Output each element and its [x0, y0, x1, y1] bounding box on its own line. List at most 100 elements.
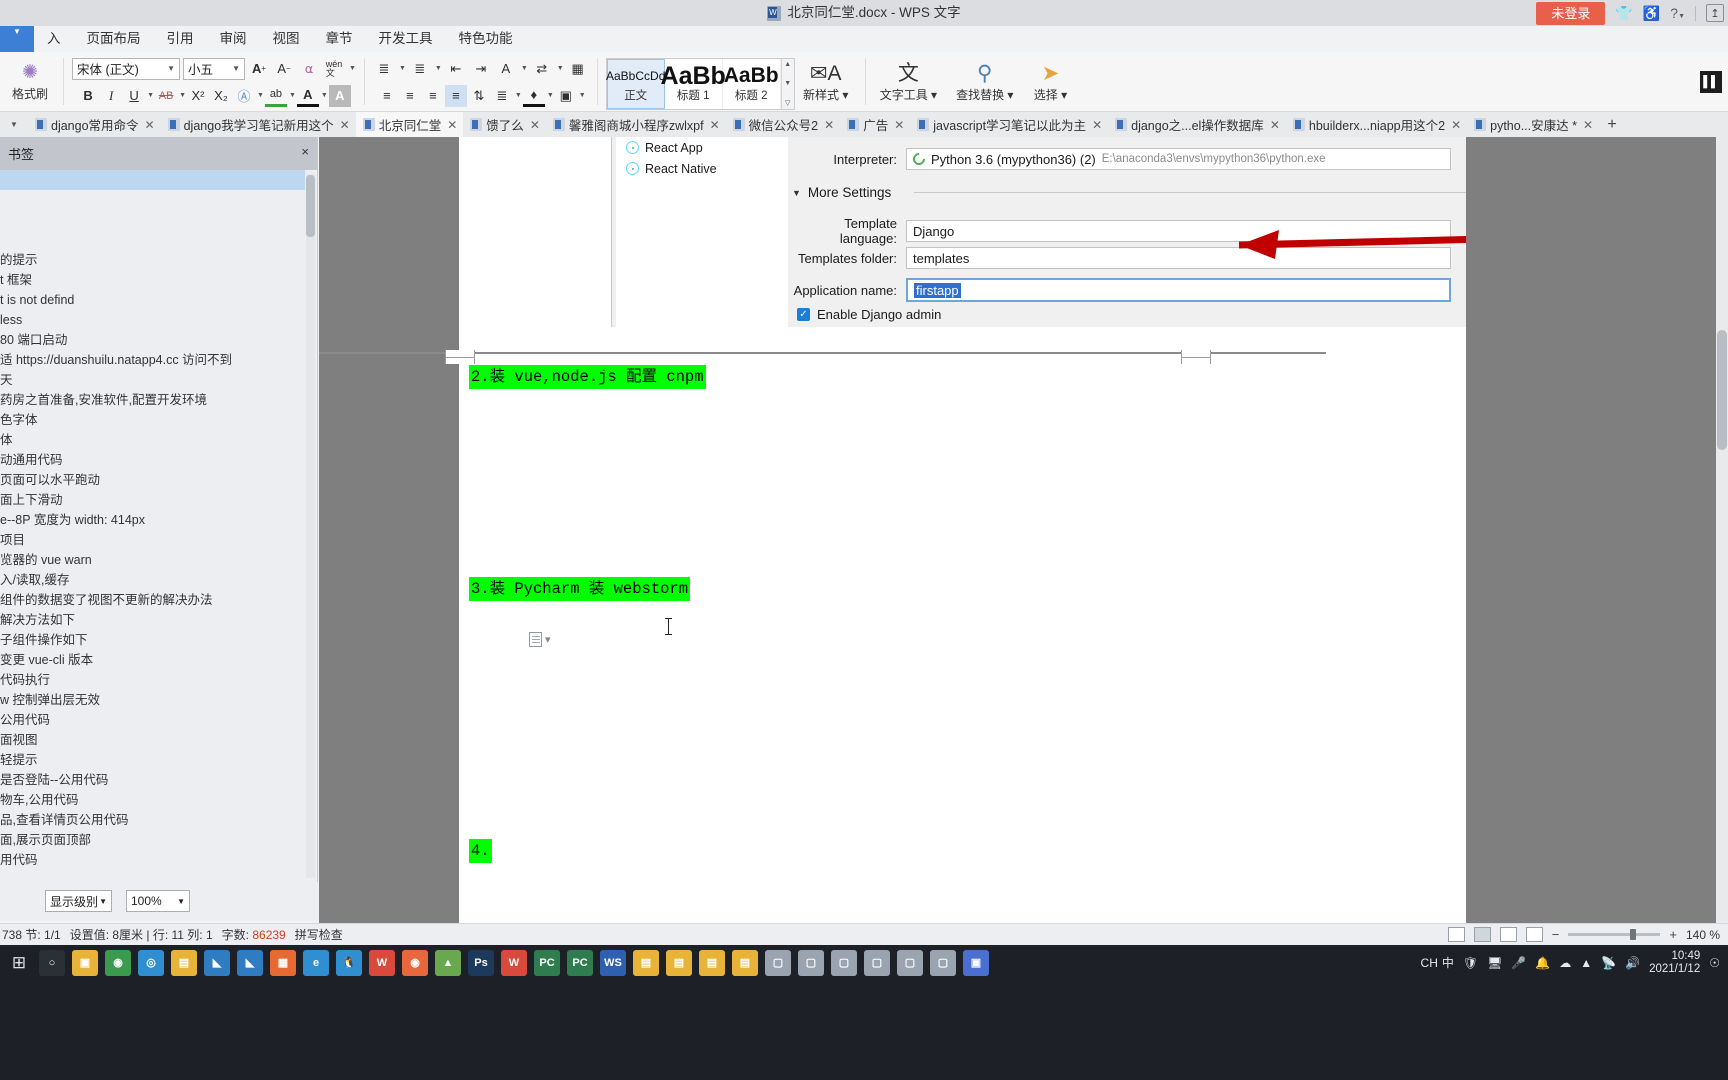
ie-icon[interactable]: e: [303, 949, 329, 976]
doctab-10[interactable]: pytho...安康达 * ✕: [1467, 112, 1599, 137]
increase-indent-icon[interactable]: ⇥: [470, 58, 492, 80]
chevron-down-icon[interactable]: ▼: [435, 65, 442, 72]
menu-item-0[interactable]: 入: [34, 26, 74, 52]
vscode2-icon[interactable]: ◣: [237, 949, 263, 976]
pinyin-guide-icon[interactable]: wén 文: [323, 58, 345, 80]
template-language-field[interactable]: Django: [906, 220, 1451, 242]
bookmark-item-29[interactable]: 轻提示: [0, 750, 305, 770]
close-icon[interactable]: ✕: [824, 118, 834, 132]
webstorm-icon[interactable]: WS: [600, 949, 626, 976]
text-shading-icon[interactable]: A: [328, 84, 351, 107]
shading-fill-icon[interactable]: ♦: [522, 85, 545, 107]
font-size-combo[interactable]: 小五 ▼: [183, 57, 245, 80]
taskbar-clock[interactable]: 10:49 2021/1/12: [1649, 950, 1700, 976]
chevron-down-icon[interactable]: ▼: [399, 65, 406, 72]
italic-button[interactable]: I: [100, 85, 122, 107]
collapse-ribbon-button[interactable]: ▌▌: [1700, 70, 1722, 93]
chevron-down-icon[interactable]: ▼: [557, 65, 564, 72]
scroll-down-icon[interactable]: ▼: [784, 80, 791, 87]
bookmark-item-34[interactable]: 用代码: [0, 850, 305, 870]
chevron-down-icon[interactable]: ▾: [545, 633, 551, 646]
firefox-icon[interactable]: ◉: [402, 949, 428, 976]
window6-icon[interactable]: ▢: [930, 949, 956, 976]
bell-icon[interactable]: 🔔: [1535, 956, 1550, 970]
document-vertical-scrollbar[interactable]: [1716, 137, 1728, 923]
select-button[interactable]: ➤ 选择 ▾: [1019, 62, 1081, 103]
align-left-icon[interactable]: ≡: [376, 85, 398, 107]
ps-icon[interactable]: Ps: [468, 949, 494, 976]
navigation-pane-scrollbar[interactable]: [306, 174, 315, 878]
zoom-out-button[interactable]: −: [1552, 927, 1560, 942]
style-item-heading1[interactable]: AaBb 标题 1: [661, 58, 726, 109]
bookmark-item-27[interactable]: 公用代码: [0, 710, 305, 730]
help-icon[interactable]: ?▼: [1670, 6, 1685, 20]
share-button[interactable]: ↥: [1706, 4, 1724, 22]
close-icon[interactable]: ✕: [1583, 118, 1593, 132]
wps-icon[interactable]: W: [369, 949, 395, 976]
zoom-in-button[interactable]: +: [1669, 927, 1677, 942]
bookmark-item-3[interactable]: [0, 230, 305, 250]
doctab-9[interactable]: hbuilderx...niapp用这个2 ✕: [1286, 112, 1467, 137]
chevron-down-icon[interactable]: ▼: [147, 92, 154, 99]
bookmark-item-1[interactable]: [0, 190, 305, 210]
view-fullscreen-button[interactable]: [1447, 927, 1465, 942]
zoom-slider-handle[interactable]: [1630, 929, 1637, 940]
grow-font-icon[interactable]: A +: [248, 58, 270, 80]
edge-icon[interactable]: ◎: [138, 949, 164, 976]
align-justify-icon[interactable]: ≡: [444, 84, 467, 107]
bookmark-item-11[interactable]: 药房之首准备,安准软件,配置开发环境: [0, 390, 305, 410]
document-canvas[interactable]: React App React Native Interpreter: Pyth…: [319, 137, 1728, 923]
templates-folder-field[interactable]: templates: [906, 247, 1451, 269]
format-painter-button[interactable]: ✺ 格式刷: [5, 62, 55, 102]
bookmark-item-8[interactable]: 80 端口启动: [0, 330, 305, 350]
close-icon[interactable]: ✕: [1451, 118, 1461, 132]
chevron-up-icon[interactable]: ▲: [1580, 956, 1592, 970]
paragraph-indent-icon[interactable]: ⇄: [531, 58, 553, 80]
menu-item-3[interactable]: 审阅: [207, 26, 260, 52]
style-item-heading2[interactable]: AaBb 标题 2: [723, 58, 781, 109]
wps2-icon[interactable]: W: [501, 949, 527, 976]
bookmark-item-6[interactable]: t is not defind: [0, 290, 305, 310]
strikethrough-button[interactable]: AB: [155, 85, 177, 107]
menu-item-1[interactable]: 页面布局: [74, 26, 154, 52]
doc-line-0[interactable]: 2.装 vue,node.js 配置 cnpm: [469, 365, 1269, 577]
doctab-2[interactable]: 北京同仁堂 ✕: [355, 112, 464, 137]
line-spacing-icon[interactable]: ≣: [491, 85, 513, 107]
bookmark-item-0[interactable]: [0, 170, 305, 190]
chevron-down-icon[interactable]: ▼: [521, 65, 528, 72]
new-style-button[interactable]: ✉A 新样式 ▾: [795, 62, 857, 103]
start-button[interactable]: ⊞: [6, 950, 32, 976]
close-icon[interactable]: ✕: [1092, 118, 1102, 132]
pane-zoom-combo[interactable]: 100% ▼: [126, 890, 190, 912]
monitor-icon[interactable]: 🖥: [1487, 956, 1502, 970]
bookmark-item-10[interactable]: 天: [0, 370, 305, 390]
view-outline-button[interactable]: [1499, 927, 1517, 942]
interpreter-field[interactable]: Python 3.6 (mypython36) (2) E:\anaconda3…: [906, 148, 1451, 170]
document-body-text[interactable]: 2.装 vue,node.js 配置 cnpm 3.装 Pycharm 装 we…: [469, 365, 1269, 863]
numbered-list-icon[interactable]: ≣: [409, 58, 431, 80]
new-tab-button[interactable]: +: [1599, 112, 1625, 137]
bookmark-item-23[interactable]: 子组件操作如下: [0, 630, 305, 650]
status-spellcheck[interactable]: 拼写检查: [295, 926, 343, 943]
bold-button[interactable]: B: [77, 85, 99, 107]
bookmark-item-13[interactable]: 体: [0, 430, 305, 450]
find-replace-button[interactable]: ⚲ 查找替换 ▾: [950, 62, 1019, 103]
bullet-list-icon[interactable]: ≣: [373, 58, 395, 80]
wps-menu-button[interactable]: ▼: [0, 26, 34, 52]
scroll-up-icon[interactable]: ▲: [784, 61, 791, 68]
chevron-down-icon[interactable]: ▼: [321, 92, 328, 99]
cloud-icon[interactable]: ☁: [1559, 956, 1571, 970]
enable-django-admin-row[interactable]: ✓ Enable Django admin: [797, 307, 941, 322]
scroll-expand-icon[interactable]: ▽: [785, 99, 790, 107]
doctab-3[interactable]: 馈了么 ✕: [463, 112, 546, 137]
bookmark-list[interactable]: 的提示 t 框架 t is not defind less 80 端口启动适 htt…: [0, 170, 305, 882]
doctab-8[interactable]: django之...el操作数据库 ✕: [1108, 112, 1286, 137]
grid-icon[interactable]: ▦: [270, 949, 296, 976]
doctab-5[interactable]: 微信公众号2 ✕: [726, 112, 841, 137]
bookmark-item-9[interactable]: 适 https://duanshuilu.natapp4.cc 访问不到: [0, 350, 305, 370]
borders-icon[interactable]: ▣: [555, 85, 577, 107]
close-icon[interactable]: ✕: [530, 118, 540, 132]
bookmark-item-31[interactable]: 物车,公用代码: [0, 790, 305, 810]
tree-item-react-native[interactable]: React Native: [616, 158, 788, 179]
window-icon[interactable]: ▢: [765, 949, 791, 976]
